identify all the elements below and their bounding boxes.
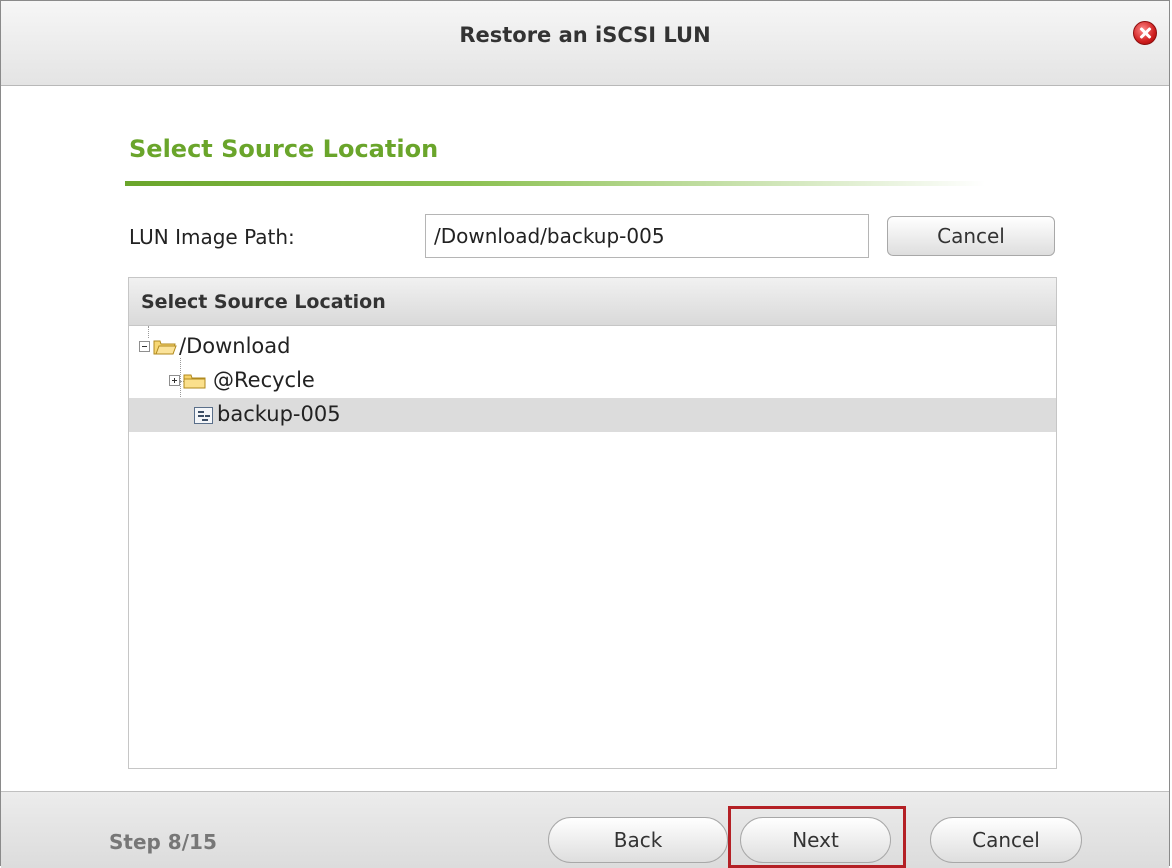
cancel-button[interactable]: Cancel <box>930 817 1082 863</box>
section-divider <box>125 181 985 186</box>
step-indicator: Step 8/15 <box>109 830 217 854</box>
restore-iscsi-lun-dialog: Restore an iSCSI LUN Select Source Locat… <box>0 0 1170 868</box>
collapse-icon[interactable] <box>139 341 150 352</box>
file-icon <box>194 407 213 424</box>
back-button[interactable]: Back <box>548 817 728 863</box>
tree-item-label: @Recycle <box>213 368 315 392</box>
next-button[interactable]: Next <box>740 817 891 863</box>
folder-open-icon <box>153 340 177 355</box>
tree-item-download[interactable]: /Download <box>129 330 1056 364</box>
title-bar[interactable]: Restore an iSCSI LUN <box>1 1 1169 86</box>
lun-image-path-label: LUN Image Path: <box>129 225 295 249</box>
source-location-tree: Select Source Location /Download @Recycl… <box>128 277 1057 769</box>
lun-image-path-input[interactable] <box>425 214 869 258</box>
tree-item-label: /Download <box>179 334 291 358</box>
tree-item-recycle[interactable]: @Recycle <box>129 364 1056 398</box>
tree-item-backup-005[interactable]: backup-005 <box>129 398 1056 432</box>
path-cancel-button[interactable]: Cancel <box>887 216 1055 256</box>
close-icon[interactable] <box>1133 21 1157 45</box>
tree-header: Select Source Location <box>129 278 1056 326</box>
expand-icon[interactable] <box>169 375 180 386</box>
dialog-title: Restore an iSCSI LUN <box>459 23 711 47</box>
section-title: Select Source Location <box>129 135 439 163</box>
tree-item-label: backup-005 <box>217 402 341 426</box>
folder-icon <box>183 374 206 389</box>
